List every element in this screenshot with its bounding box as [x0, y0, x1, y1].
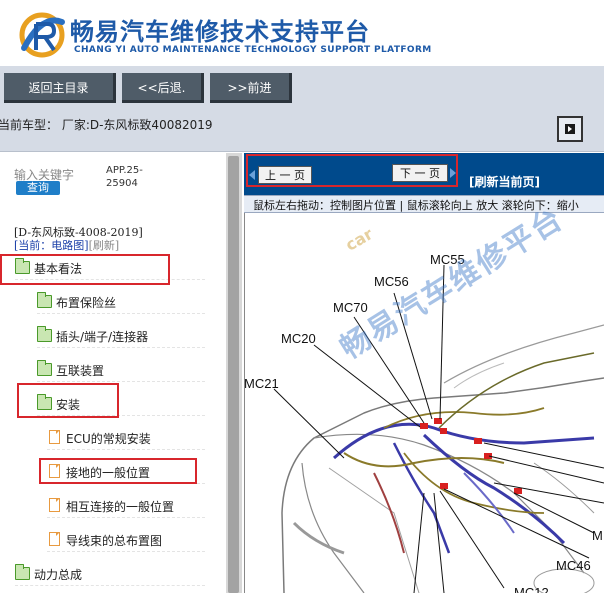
callout-label: MC21: [244, 376, 279, 391]
refresh-page-link[interactable]: [刷新当前页]: [469, 173, 540, 190]
brand-subtitle: CHANG YI AUTO MAINTENANCE TECHNOLOGY SUP…: [74, 45, 432, 55]
folder-icon: [37, 292, 52, 308]
folder-icon: [15, 564, 30, 580]
highlight-basic: [0, 254, 170, 285]
forward-button[interactable]: >>前进: [210, 73, 292, 103]
tree-item-fuses[interactable]: 布置保险丝: [37, 290, 205, 314]
logo-icon: [19, 12, 65, 58]
back-button[interactable]: <<后退.: [122, 73, 204, 103]
tree-item-label: 导线束的总布置图: [66, 534, 163, 548]
tree-item-label: 插头/端子/连接器: [56, 330, 149, 344]
tree-item-ecu[interactable]: ECU的常规安装: [47, 426, 205, 450]
left-scrollbar-thumb[interactable]: [228, 156, 239, 593]
nav-bar: 返回主目录 <<后退. >>前进: [0, 66, 604, 110]
tree-item-label: 动力总成: [34, 568, 83, 582]
document-icon: [49, 498, 60, 512]
folder-icon: [37, 360, 52, 376]
tree-current-label: [当前：电路图][刷新]: [14, 237, 119, 253]
callout-label: MC20: [281, 331, 316, 346]
callout-label: M: [592, 528, 603, 543]
tree-item-powertrain[interactable]: 动力总成: [15, 562, 205, 586]
callout-label: MC12: [514, 585, 549, 593]
header: 畅易汽车维修技术支持平台 CHANG YI AUTO MAINTENANCE T…: [0, 0, 604, 66]
app-window: 畅易汽车维修技术支持平台 CHANG YI AUTO MAINTENANCE T…: [0, 0, 604, 593]
document-icon: [49, 532, 60, 546]
search-button[interactable]: 查询: [16, 181, 60, 195]
tree-item-label: 布置保险丝: [56, 296, 117, 310]
current-section: [当前：电路图]: [14, 239, 89, 252]
tree-item-label: 互联装置: [56, 364, 105, 378]
highlight-ground: [39, 458, 197, 484]
tree-item-harness[interactable]: 导线束的总布置图: [47, 528, 205, 552]
tree-item-label: ECU的常规安装: [66, 432, 151, 446]
callout-label: MC46: [556, 558, 591, 573]
panel-toggle-button[interactable]: [557, 116, 583, 142]
tree-item-connectors[interactable]: 插头/端子/连接器: [37, 324, 205, 348]
home-button[interactable]: 返回主目录: [4, 73, 116, 103]
tree-refresh-link[interactable]: [刷新]: [89, 239, 120, 252]
highlight-pager: [246, 154, 458, 187]
tree-item-interconnect-loc[interactable]: 相互连接的一般位置: [47, 494, 205, 518]
folder-icon: [37, 326, 52, 342]
tree-item-label: 相互连接的一般位置: [66, 500, 175, 514]
current-model-text: 当前车型： 厂家:D-东风标致40082019: [0, 118, 213, 132]
document-icon: [49, 430, 60, 444]
highlight-install: [17, 383, 119, 418]
tree-item-interconnect[interactable]: 互联装置: [37, 358, 205, 382]
model-bar: 当前车型： 厂家:D-东风标致40082019: [0, 110, 604, 152]
play-icon: [565, 124, 575, 134]
app-version: APP.25-25904: [106, 165, 143, 189]
brand-title: 畅易汽车维修技术支持平台: [70, 18, 370, 46]
